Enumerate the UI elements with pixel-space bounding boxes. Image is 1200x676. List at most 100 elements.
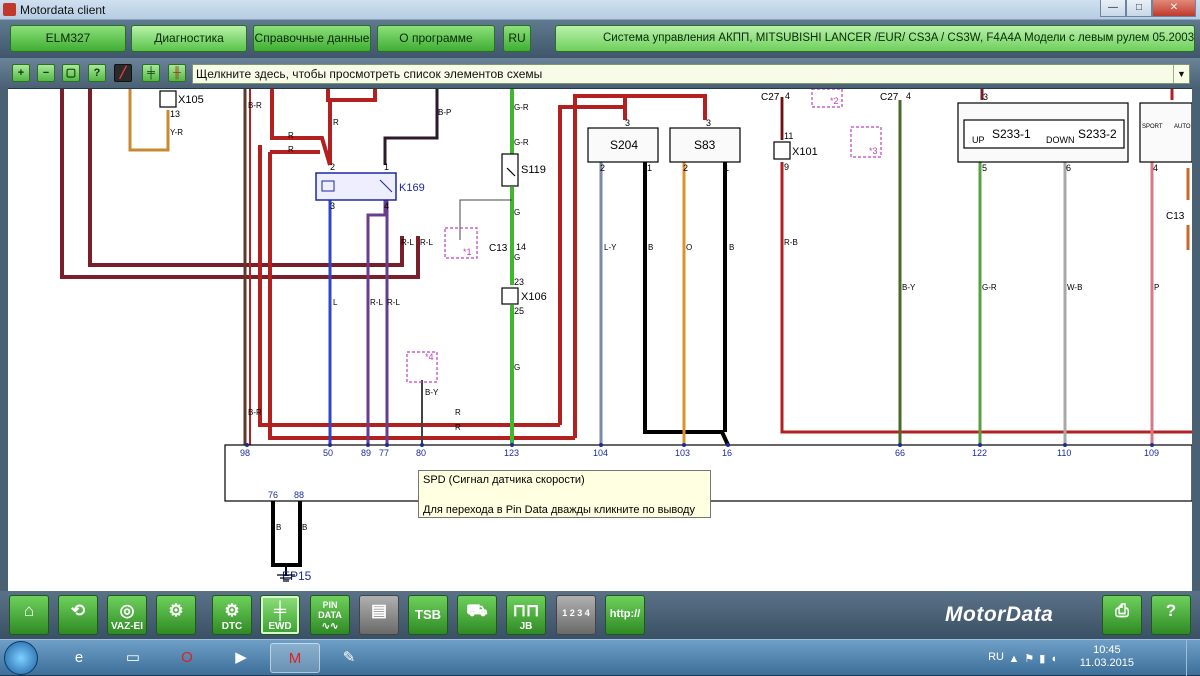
chevron-down-icon[interactable]: ▼ bbox=[1173, 65, 1189, 83]
ecu-pin-109[interactable]: 109 bbox=[1144, 448, 1159, 458]
media-icon[interactable]: ▶ bbox=[216, 643, 266, 673]
ecu-pin-98[interactable]: 98 bbox=[240, 448, 250, 458]
ecu-pin-104[interactable]: 104 bbox=[593, 448, 608, 458]
language-button[interactable]: RU bbox=[503, 25, 531, 52]
ecu-pin-50[interactable]: 50 bbox=[323, 448, 333, 458]
about-button[interactable]: О программе bbox=[377, 25, 495, 52]
tray-icons[interactable]: ▲⚑▮◖ bbox=[1009, 652, 1062, 665]
tag-label-3: *3 bbox=[869, 146, 878, 156]
vaz-label: VAZ-EI bbox=[110, 621, 144, 632]
reference-data-button[interactable]: Справочные данные bbox=[253, 25, 371, 52]
wire-code-r-5: R bbox=[455, 423, 461, 432]
diagnostics-button[interactable]: Диагностика bbox=[131, 25, 247, 52]
label-x105: X105 bbox=[178, 94, 204, 106]
manual-button[interactable]: ? bbox=[1151, 595, 1191, 635]
vehicle-button[interactable]: ⛟ bbox=[457, 595, 497, 635]
switch-s119[interactable] bbox=[501, 153, 519, 187]
ecu-pin-103[interactable]: 103 bbox=[675, 448, 690, 458]
dtc-label: DTC bbox=[221, 621, 243, 632]
minimize-button[interactable]: — bbox=[1100, 0, 1126, 17]
label-up: UP bbox=[972, 135, 985, 145]
ecu-pin-110[interactable]: 110 bbox=[1057, 448, 1071, 458]
zoom-in-icon[interactable]: + bbox=[12, 64, 30, 82]
opera-icon[interactable]: O bbox=[162, 643, 212, 673]
pin-k169-4: 4 bbox=[384, 201, 389, 211]
pin-23: 23 bbox=[514, 277, 524, 287]
wire-b-ground[interactable] bbox=[271, 500, 302, 567]
vaz-button[interactable]: ◎ VAZ-EI bbox=[107, 595, 147, 635]
tsb-icon: TSB bbox=[415, 607, 441, 622]
vehicle-icon: ⛟ bbox=[466, 601, 488, 620]
elm327-button[interactable]: ELM327 bbox=[10, 25, 126, 52]
close-button[interactable]: ✕ bbox=[1152, 0, 1196, 17]
tsb-button[interactable]: TSB bbox=[408, 595, 448, 635]
zoom-out-icon[interactable]: − bbox=[37, 64, 55, 82]
connector-x101[interactable] bbox=[773, 141, 791, 160]
ecu-pin-122[interactable]: 122 bbox=[972, 448, 987, 458]
ecu-pin-123[interactable]: 123 bbox=[504, 448, 519, 458]
start-button[interactable] bbox=[4, 641, 38, 675]
ecu-pin-66[interactable]: 66 bbox=[895, 448, 905, 458]
tag-label-2: *2 bbox=[830, 96, 839, 106]
wire-code-g-1: G bbox=[514, 208, 520, 217]
color-wire-icon[interactable]: ╱ bbox=[114, 64, 132, 82]
wire-b-p[interactable] bbox=[383, 89, 439, 165]
ground-view-icon[interactable]: ╪ bbox=[142, 64, 160, 82]
wire-code-g-r-2: G-R bbox=[514, 138, 529, 147]
ecu-pin-77[interactable]: 77 bbox=[379, 448, 389, 458]
label-auto-mode: AUTO bbox=[1174, 124, 1191, 130]
motordata-icon[interactable]: M bbox=[270, 643, 320, 673]
folder-icon[interactable]: ▭ bbox=[108, 643, 158, 673]
wire-b-16[interactable] bbox=[643, 162, 730, 446]
label-s233-2: S233-2 bbox=[1078, 127, 1117, 141]
pin-dot bbox=[385, 443, 389, 447]
wire-code-g-2: G bbox=[514, 253, 520, 262]
show-desktop-button[interactable] bbox=[1186, 640, 1200, 676]
connector-view-icon[interactable]: ╫ bbox=[168, 64, 186, 82]
switch-sport-mode[interactable] bbox=[1139, 102, 1192, 163]
print-button[interactable]: ⎙ bbox=[1102, 595, 1142, 635]
ecu-pin-76[interactable]: 76 bbox=[268, 490, 278, 500]
pin-k169-1: 1 bbox=[384, 162, 389, 172]
ie-icon[interactable]: e bbox=[54, 643, 104, 673]
wire-r-top[interactable] bbox=[326, 89, 377, 102]
ecu-pin-88[interactable]: 88 bbox=[294, 490, 304, 500]
ecu-pin-16[interactable]: 16 bbox=[722, 448, 732, 458]
maximize-button[interactable]: □ bbox=[1126, 0, 1152, 17]
pin-dot bbox=[1063, 443, 1067, 447]
dtc-button[interactable]: ⚙ DTC bbox=[212, 595, 252, 635]
dtc-icon: ⚙ bbox=[224, 601, 240, 620]
element-list-dropdown[interactable]: Щелкните здесь, чтобы просмотреть список… bbox=[192, 64, 1190, 84]
clock[interactable]: 10:45 11.03.2015 bbox=[1080, 644, 1134, 670]
fit-icon[interactable]: ▢ bbox=[62, 64, 80, 82]
wire-code-b-r-bottom: B-R bbox=[248, 408, 262, 417]
wire-r-l-89[interactable] bbox=[366, 200, 387, 445]
pin-s233-3: 3 bbox=[983, 92, 988, 102]
ecu-pin-89[interactable]: 89 bbox=[361, 448, 371, 458]
pin-data-icon: PIN DATA bbox=[318, 600, 342, 620]
wire-s119-tag[interactable] bbox=[459, 199, 512, 240]
jb-button[interactable]: ⊓⊓ JB bbox=[506, 595, 546, 635]
ecu-pin-80[interactable]: 80 bbox=[416, 448, 426, 458]
pin-k169-3: 3 bbox=[330, 201, 335, 211]
window-title: Motordata client bbox=[20, 3, 106, 17]
clock-date: 11.03.2015 bbox=[1079, 657, 1134, 669]
web-button[interactable]: http:// bbox=[605, 595, 645, 635]
multimeter-button[interactable]: ▤ bbox=[359, 595, 399, 635]
relay-k169[interactable] bbox=[315, 172, 397, 201]
pin-data-button[interactable]: PIN DATA ∿∿ bbox=[310, 595, 350, 635]
connector-x106[interactable] bbox=[501, 287, 519, 305]
home-button[interactable]: ⌂ bbox=[9, 595, 49, 635]
gears-button[interactable]: ⚙ bbox=[156, 595, 196, 635]
scan-button[interactable]: ⟲ bbox=[58, 595, 98, 635]
wire-code-y-r: Y-R bbox=[170, 128, 183, 137]
system-info-banner: Система управления АКПП, MITSUBISHI LANC… bbox=[555, 25, 1195, 52]
tag-box-1[interactable] bbox=[444, 227, 478, 259]
connector-x105[interactable] bbox=[159, 90, 177, 108]
help-icon[interactable]: ? bbox=[88, 64, 106, 82]
pin-dot bbox=[599, 443, 603, 447]
language-indicator[interactable]: RU bbox=[988, 651, 1004, 663]
paint-icon[interactable]: ✎ bbox=[324, 643, 374, 673]
ewd-button[interactable]: ╪ EWD bbox=[260, 595, 300, 635]
numbered-grid-button[interactable]: 1 2 3 4 bbox=[556, 595, 596, 635]
